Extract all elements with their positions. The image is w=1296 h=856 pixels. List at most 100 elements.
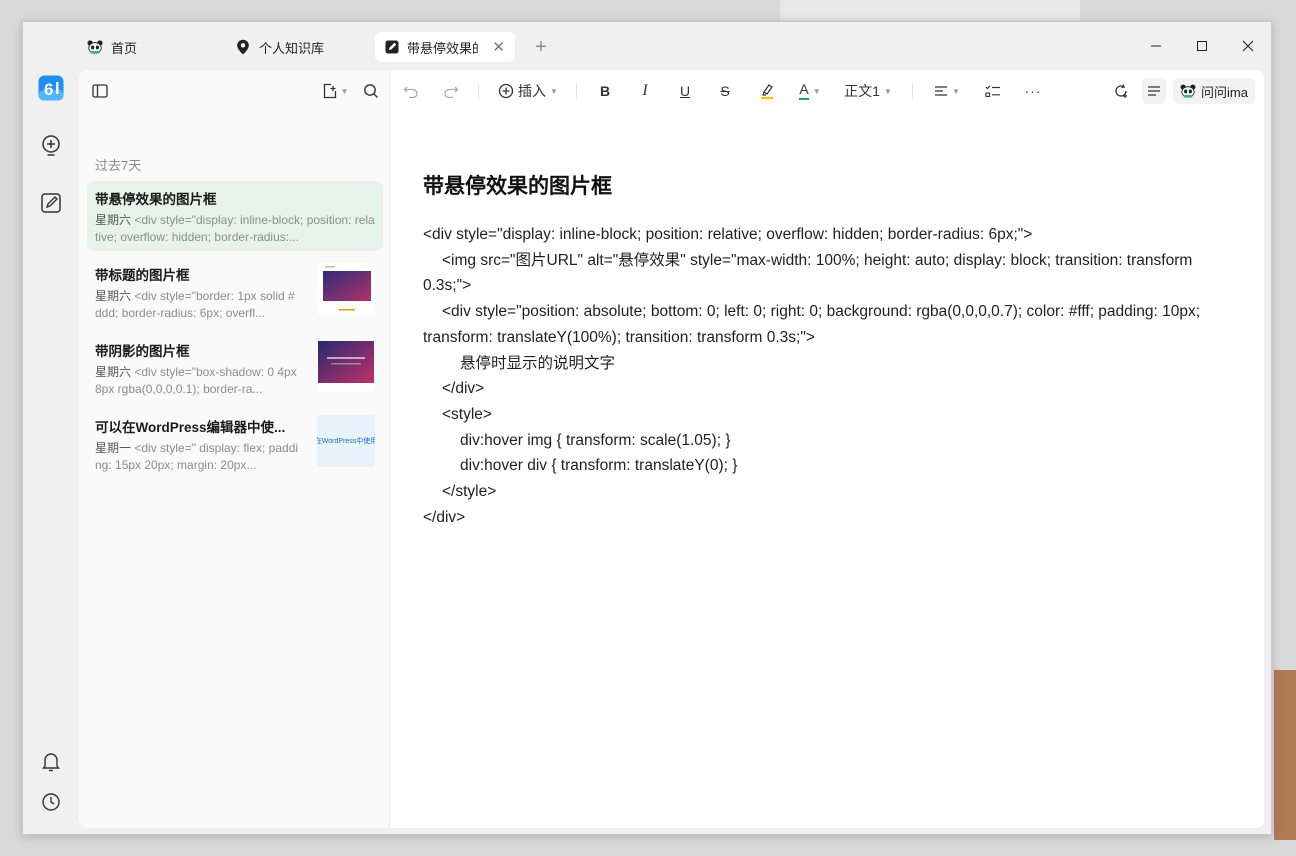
strikethrough-button[interactable]: S <box>714 80 736 102</box>
minimize-icon <box>1151 45 1161 47</box>
note-edit-icon <box>385 39 399 55</box>
close-icon <box>1242 40 1254 52</box>
note-preview: 星期一 <div style=" display: flex; padding:… <box>95 440 301 474</box>
bold-button[interactable]: B <box>594 80 616 102</box>
ai-refresh-button[interactable] <box>1110 80 1132 102</box>
align-left-icon <box>935 86 948 96</box>
search-button[interactable] <box>360 80 382 102</box>
minimize-button[interactable] <box>1133 30 1179 62</box>
title-bar: 首页 个人知识库 带悬停效果的图 ✕ + <box>23 22 1271 70</box>
undo-button[interactable] <box>400 80 422 102</box>
maximize-button[interactable] <box>1179 30 1225 62</box>
left-rail: 6 <box>23 70 79 834</box>
list-item[interactable]: 带悬停效果的图片框 星期六 <div style="display: inlin… <box>87 181 383 251</box>
chevron-down-icon: ▼ <box>883 86 892 96</box>
thumbnail-text: 在WordPress中使用 <box>317 438 375 445</box>
font-color-label: A <box>799 82 809 100</box>
code-line: <img src="图片URL" alt="悬停效果" style="max-w… <box>423 248 1223 299</box>
refresh-plus-icon <box>1115 84 1127 98</box>
paragraph-style-label: 正文1 <box>844 83 880 99</box>
panda-icon <box>1180 84 1196 98</box>
note-preview: 星期六 <div style="border: 1px solid #ddd; … <box>95 288 301 322</box>
list-item[interactable]: 带阴影的图片框 星期六 <div style="box-shadow: 0 4p… <box>87 333 383 403</box>
new-tab-button[interactable]: + <box>529 35 553 59</box>
list-item[interactable]: 带标题的图片框 星期六 <div style="border: 1px soli… <box>87 257 383 327</box>
insert-button[interactable]: 插入 ▼ <box>496 80 560 102</box>
background-window <box>1274 670 1296 840</box>
plus-circle-icon <box>498 83 514 99</box>
tab-home[interactable]: 首页 <box>77 32 227 62</box>
outline-button[interactable] <box>1142 78 1166 104</box>
code-line: </div> <box>423 508 466 526</box>
notes-sidebar: ▼ 过去7天 带悬停效果的图片框 星期六 <div style="display… <box>79 70 390 828</box>
align-button[interactable]: ▼ <box>930 80 964 102</box>
new-note-button[interactable]: ▼ <box>319 80 351 102</box>
app-logo[interactable]: 6 <box>37 74 65 102</box>
document-body[interactable]: <div style="display: inline-block; posit… <box>423 222 1223 530</box>
note-day: 星期一 <box>95 441 132 455</box>
search-icon <box>364 84 378 98</box>
notes-button[interactable] <box>37 189 65 217</box>
more-button[interactable]: ··· <box>1022 80 1044 102</box>
highlight-button[interactable] <box>756 80 778 102</box>
underline-button[interactable]: U <box>674 80 696 102</box>
note-preview: 星期六 <div style="display: inline-block; p… <box>95 212 375 246</box>
undo-icon <box>403 86 418 98</box>
editor-toolbar: 插入 ▼ B I U S A ▼ 正文1 ▼ ▼ ··· 问问ima <box>390 70 1264 112</box>
section-label: 过去7天 <box>95 158 142 173</box>
logo-text: 6 <box>44 80 53 99</box>
bell-icon <box>42 753 60 772</box>
new-note-icon <box>323 83 336 99</box>
note-day: 星期六 <box>95 289 132 303</box>
document-title[interactable]: 带悬停效果的图片框 <box>423 170 612 200</box>
insert-label: 插入 <box>518 83 547 99</box>
code-line: <div style="display: inline-block; posit… <box>423 226 1033 243</box>
code-line: </div> <box>442 380 485 398</box>
chevron-down-icon: ▼ <box>340 86 349 96</box>
toolbar-divider <box>576 83 577 99</box>
history-button[interactable] <box>37 788 65 816</box>
note-title: 带标题的图片框 <box>95 268 190 283</box>
tab-label: 带悬停效果的图 <box>407 40 478 56</box>
list-item[interactable]: 可以在WordPress编辑器中使... 星期一 <div style=" di… <box>87 409 383 479</box>
redo-button[interactable] <box>440 80 462 102</box>
paragraph-style-select[interactable]: 正文1 ▼ <box>842 80 894 102</box>
note-preview: 星期六 <div style="box-shadow: 0 4px 8px rg… <box>95 364 301 398</box>
italic-button[interactable]: I <box>634 80 656 102</box>
highlighter-icon <box>761 84 773 100</box>
code-line: div:hover div { transform: translateY(0)… <box>460 457 738 475</box>
close-icon[interactable]: ✕ <box>492 38 505 56</box>
tab-knowledge-base[interactable]: 个人知识库 <box>225 32 375 62</box>
note-day: 星期六 <box>95 365 132 379</box>
note-title: 可以在WordPress编辑器中使... <box>95 420 286 435</box>
checklist-button[interactable] <box>982 80 1004 102</box>
toggle-sidebar-button[interactable] <box>89 80 111 102</box>
tab-current-note[interactable]: 带悬停效果的图 ✕ <box>375 32 515 62</box>
code-line: div:hover img { transform: scale(1.05); … <box>460 431 731 449</box>
note-title: 带悬停效果的图片框 <box>95 192 217 207</box>
outline-icon <box>1148 86 1160 96</box>
note-thumbnail <box>317 263 375 315</box>
sidebar-toolbar: ▼ <box>79 70 389 110</box>
close-window-button[interactable] <box>1225 30 1271 62</box>
chevron-down-icon: ▼ <box>550 86 558 96</box>
background-window <box>780 0 1080 20</box>
note-pen-icon <box>41 193 61 213</box>
code-line: <div style="position: absolute; bottom: … <box>423 299 1223 350</box>
note-snippet: <div style="display: inline-block; posit… <box>95 213 375 244</box>
toolbar-divider <box>478 83 479 99</box>
note-thumbnail <box>317 339 375 391</box>
toolbar-divider <box>912 83 913 99</box>
clock-icon <box>42 793 60 811</box>
note-thumbnail: 在WordPress中使用 <box>317 415 375 467</box>
code-line-text: <div style="position: absolute; bottom: … <box>423 303 1201 346</box>
chevron-down-icon: ▼ <box>952 86 960 96</box>
editor-pane: 插入 ▼ B I U S A ▼ 正文1 ▼ ▼ ··· 问问ima 带悬停效果… <box>390 70 1264 828</box>
panda-icon <box>87 39 103 55</box>
code-line: </style> <box>442 483 497 501</box>
code-line: <style> <box>442 405 492 423</box>
font-color-button[interactable]: A ▼ <box>794 80 826 102</box>
ask-ima-button[interactable]: 问问ima <box>1173 78 1255 104</box>
ideas-button[interactable] <box>37 132 65 160</box>
notifications-button[interactable] <box>37 748 65 776</box>
